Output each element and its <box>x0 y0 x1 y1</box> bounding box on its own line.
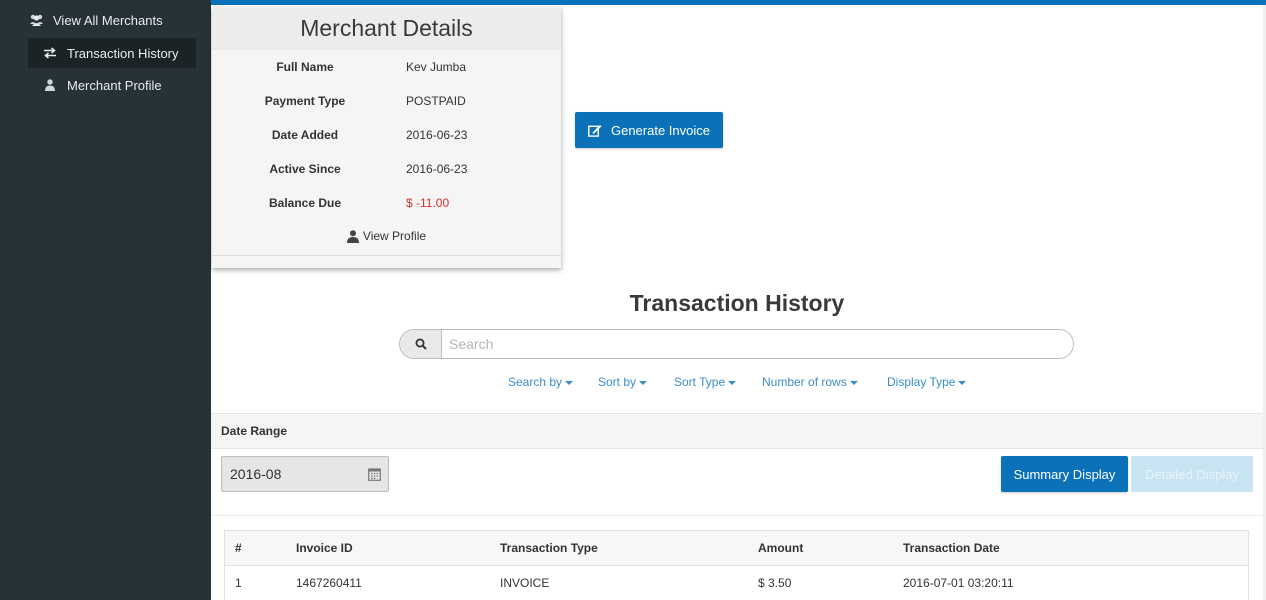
filter-label: Sort by <box>598 375 637 389</box>
summary-display-button[interactable]: Summary Display <box>1001 456 1128 492</box>
detailed-display-label: Detailed Display <box>1145 466 1239 482</box>
user-icon <box>346 229 359 243</box>
merchant-details-title: Merchant Details <box>212 7 561 50</box>
sidebar-item-view-all-merchants[interactable]: View All Merchants <box>28 5 198 35</box>
search-icon <box>415 338 427 350</box>
filter-label: Display Type <box>887 375 956 389</box>
table-cell: 1467260411 <box>296 576 362 590</box>
caret-down-icon <box>565 380 574 385</box>
date-value: 2016-08 <box>230 466 282 482</box>
search-by-dropdown[interactable]: Search by <box>508 375 574 389</box>
edit-icon <box>588 124 602 137</box>
view-profile-label: View Profile <box>362 229 427 243</box>
users-icon <box>28 14 44 26</box>
transactions-table: # Invoice ID Transaction Type Amount Tra… <box>224 530 1249 600</box>
detail-label: Payment Type <box>264 94 346 108</box>
detail-row-date-added: Date Added 2016-06-23 <box>212 118 561 152</box>
view-profile-link[interactable]: View Profile <box>212 226 561 246</box>
date-range-label: Date Range <box>221 424 288 438</box>
detail-label: Balance Due <box>268 196 342 210</box>
caret-down-icon <box>849 380 858 385</box>
table-cell: $ 3.50 <box>758 576 792 590</box>
detail-label: Full Name <box>276 60 334 74</box>
filter-label: Search by <box>508 375 563 389</box>
summary-display-label: Summary Display <box>1013 466 1116 482</box>
generate-invoice-button[interactable]: Generate Invoice <box>575 112 723 148</box>
filter-label: Sort Type <box>674 375 726 389</box>
search-button[interactable] <box>400 330 442 358</box>
search-input[interactable] <box>443 330 1073 358</box>
table-header: # Invoice ID Transaction Type Amount Tra… <box>225 531 1248 566</box>
caret-down-icon <box>958 380 967 385</box>
sidebar-item-label: Merchant Profile <box>67 77 162 93</box>
detail-value: 2016-06-23 <box>406 162 468 176</box>
column-header[interactable]: Amount <box>758 541 803 555</box>
top-accent-bar <box>211 0 1266 5</box>
table-cell: 1 <box>235 576 242 590</box>
transaction-history-title: Transaction History <box>629 290 845 316</box>
table-cell: INVOICE <box>500 576 550 590</box>
detail-row-payment-type: Payment Type POSTPAID <box>212 84 561 118</box>
date-range-header: Date Range <box>211 413 1266 449</box>
detail-value: POSTPAID <box>406 94 466 108</box>
balance-due-value: $ -11.00 <box>406 196 450 210</box>
sidebar-item-merchant-profile[interactable]: Merchant Profile <box>28 70 198 100</box>
search-bar <box>399 329 1074 359</box>
detail-row-balance-due: Balance Due $ -11.00 <box>212 186 561 220</box>
sidebar-item-transaction-history[interactable]: Transaction History <box>28 38 196 68</box>
date-month-picker[interactable]: 2016-08 <box>221 456 389 492</box>
sort-by-dropdown[interactable]: Sort by <box>598 375 648 389</box>
detail-label: Active Since <box>269 162 341 176</box>
sidebar: View All Merchants Transaction History M… <box>0 0 211 600</box>
filter-label: Number of rows <box>762 375 847 389</box>
table-cell: 2016-07-01 03:20:11 <box>903 576 1014 590</box>
sort-type-dropdown[interactable]: Sort Type <box>674 375 737 389</box>
number-of-rows-dropdown[interactable]: Number of rows <box>762 375 858 389</box>
detail-row-active-since: Active Since 2016-06-23 <box>212 152 561 186</box>
exchange-icon <box>42 47 58 59</box>
merchant-details-card: Merchant Details Full Name Kev Jumba Pay… <box>212 7 561 268</box>
detailed-display-button[interactable]: Detailed Display <box>1131 456 1253 492</box>
user-icon <box>42 79 58 91</box>
display-type-dropdown[interactable]: Display Type <box>887 375 967 389</box>
detail-value: 2016-06-23 <box>406 128 468 142</box>
detail-row-full-name: Full Name Kev Jumba <box>212 50 561 84</box>
column-header[interactable]: Transaction Date <box>903 541 1000 555</box>
detail-label: Date Added <box>271 128 339 142</box>
card-divider <box>212 255 561 256</box>
detail-value: Kev Jumba <box>406 60 467 74</box>
calendar-icon <box>368 467 381 481</box>
column-header[interactable]: # <box>235 541 242 555</box>
sidebar-item-label: Transaction History <box>67 45 179 61</box>
column-header[interactable]: Invoice ID <box>296 541 353 555</box>
column-header[interactable]: Transaction Type <box>500 541 598 555</box>
caret-down-icon <box>639 380 648 385</box>
caret-down-icon <box>728 380 737 385</box>
generate-invoice-label: Generate Invoice <box>610 122 710 138</box>
section-divider <box>211 515 1266 516</box>
sidebar-item-label: View All Merchants <box>53 12 163 28</box>
